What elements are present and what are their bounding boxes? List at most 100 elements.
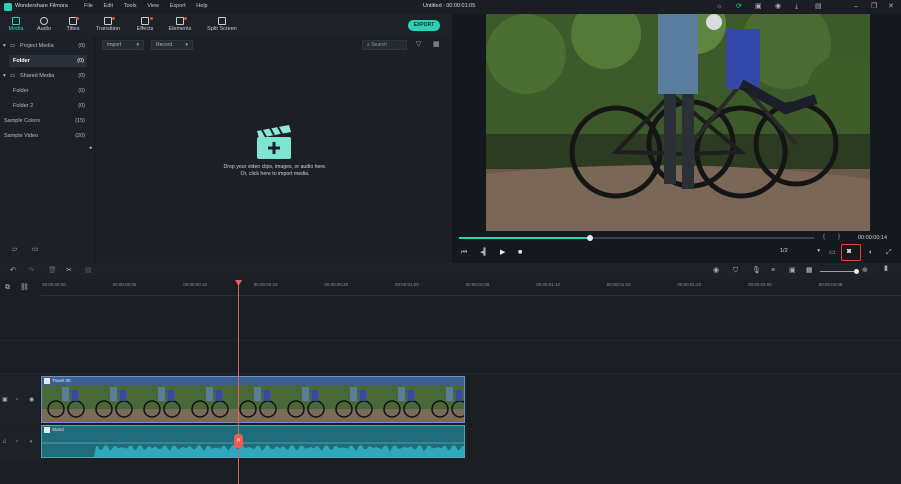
tab-effects[interactable]: Effects: [131, 14, 159, 36]
grid-view-icon[interactable]: ▦: [433, 41, 440, 49]
shield-icon[interactable]: ⛉: [733, 267, 738, 275]
ruler-label: 00:00:02:00: [748, 282, 772, 287]
gift-icon[interactable]: ▣: [755, 3, 762, 11]
playhead[interactable]: [235, 280, 242, 484]
menu-item-tools[interactable]: Tools: [124, 3, 137, 9]
library-tabs: Media Audio Titles Transition Effects El…: [0, 14, 452, 36]
tab-split-screen[interactable]: Split Screen: [203, 14, 241, 36]
drop-hint-line-2: Or, click here to import media.: [240, 171, 310, 177]
sidebar-item-folder[interactable]: Folder (0): [9, 55, 87, 67]
badge-dot: [150, 17, 153, 20]
subtitle-icon[interactable]: ▣: [789, 267, 796, 275]
video-frame-illustration: [486, 14, 870, 231]
scissors-icon[interactable]: ✂: [66, 267, 72, 275]
elements-icon: [176, 17, 184, 25]
ruler-label: 00:00:00:15: [253, 282, 278, 287]
lock-icon[interactable]: ▫: [16, 396, 18, 404]
frame-back-icon[interactable]: ◂▍: [480, 249, 489, 257]
ruler-label: 00:00:02:05: [818, 282, 843, 287]
close-icon[interactable]: ✕: [888, 3, 894, 11]
import-drop-zone[interactable]: Drop your video clips, images, or audio …: [200, 123, 350, 193]
zoom-slider-handle[interactable]: [854, 269, 859, 274]
menu-item-edit[interactable]: Edit: [104, 3, 113, 9]
folder-icon[interactable]: ▭: [32, 246, 39, 254]
playback-progress-track[interactable]: [459, 235, 814, 241]
filter-icon[interactable]: ▽: [416, 41, 421, 49]
tab-audio[interactable]: Audio: [32, 14, 56, 36]
ruler-label: 00:00:01:15: [606, 282, 631, 287]
monitor-icon[interactable]: ▭: [829, 249, 836, 257]
sidebar-item-shared-media[interactable]: ▾ ▭ Shared Media (0): [0, 70, 95, 82]
minimize-icon[interactable]: –: [854, 3, 858, 11]
sidebar-item-shared-folder[interactable]: Folder (0): [0, 85, 95, 97]
search-input[interactable]: ⌕ Search: [362, 40, 407, 50]
add-track-icon[interactable]: ⧉: [5, 284, 10, 292]
sidebar-item-sample-video[interactable]: Sample Video (20): [0, 130, 95, 142]
tab-titles[interactable]: Titles: [61, 14, 85, 36]
stop-icon[interactable]: ■: [518, 249, 522, 257]
sidebar-item-project-media[interactable]: ▾ ▭ Project Media (0): [0, 40, 95, 52]
effects-icon: [141, 17, 149, 25]
video-clip-thumbnails: [42, 385, 464, 422]
quality-dropdown[interactable]: 1/2 ▾: [780, 248, 820, 258]
voiceover-icon[interactable]: ≡: [771, 267, 775, 275]
menu-item-file[interactable]: File: [84, 3, 93, 9]
light-icon[interactable]: ☼: [716, 3, 722, 11]
video-clip-header: Travel 05: [42, 377, 464, 385]
volume-icon[interactable]: ◖: [868, 249, 872, 257]
collapse-arrow-icon[interactable]: ◂: [89, 145, 92, 151]
snapshot-button[interactable]: ◙: [841, 244, 861, 261]
panel-toggle-icon[interactable]: ▮: [884, 265, 888, 273]
audio-clip[interactable]: Stand: [41, 425, 465, 458]
undo-icon[interactable]: ↶: [10, 267, 16, 275]
record-dropdown[interactable]: Record ▾: [151, 40, 193, 50]
new-folder-icon[interactable]: ▱: [12, 246, 17, 254]
export-button[interactable]: EXPORT: [408, 20, 440, 31]
preview-timecode: 00:00:00:14: [858, 235, 888, 241]
download-icon[interactable]: ⤓: [795, 3, 798, 11]
microphone-icon[interactable]: 🎙: [752, 267, 761, 275]
chevron-down-icon: ▾: [185, 42, 188, 48]
mark-out-bracket[interactable]: }: [838, 234, 840, 240]
rewind-icon[interactable]: ⏮: [461, 249, 467, 257]
zoom-slider[interactable]: [820, 269, 859, 274]
folder-icon: ▭: [10, 73, 16, 79]
preview-video-frame[interactable]: [486, 14, 870, 231]
account-icon[interactable]: ◉: [775, 3, 781, 11]
tab-media[interactable]: Media: [4, 14, 28, 36]
eye-icon[interactable]: ◉: [29, 396, 34, 404]
redo-icon[interactable]: ↷: [28, 267, 34, 275]
mark-in-bracket[interactable]: {: [823, 234, 825, 240]
app-logo-icon: [4, 3, 12, 11]
music-note-icon: ♫: [2, 439, 7, 445]
maximize-icon[interactable]: ❐: [871, 3, 877, 11]
tab-transition[interactable]: Transition: [93, 14, 123, 36]
render-icon[interactable]: ◉: [713, 267, 719, 275]
menu-item-export[interactable]: Export: [170, 3, 186, 9]
media-icon: [12, 17, 20, 25]
notification-icon[interactable]: ▤: [815, 3, 822, 11]
video-clip[interactable]: Travel 05: [41, 376, 465, 423]
fullscreen-icon[interactable]: ⤢: [886, 249, 892, 257]
sync-icon[interactable]: ⟳: [736, 3, 742, 11]
empty-track-1: [0, 297, 901, 341]
delete-icon[interactable]: 🗑: [48, 267, 57, 275]
menu-item-help[interactable]: Help: [196, 3, 207, 9]
playback-progress-fill: [459, 237, 591, 239]
zoom-in-icon[interactable]: ⊕: [862, 267, 868, 275]
play-icon[interactable]: ▶: [500, 249, 505, 257]
badge-dot: [76, 17, 79, 20]
sidebar-item-sample-colors[interactable]: Sample Colors (15): [0, 115, 95, 127]
speaker-icon[interactable]: ◖: [29, 438, 33, 446]
menu-item-view[interactable]: View: [147, 3, 159, 9]
adjust-icon[interactable]: ▤: [85, 267, 92, 275]
sidebar-item-folder-2[interactable]: Folder 2 (0): [0, 100, 95, 112]
import-dropdown[interactable]: Import ▾: [102, 40, 144, 50]
tab-elements[interactable]: Elements: [164, 14, 196, 36]
badge-dot: [112, 17, 115, 20]
ruler-label: 00:00:01:10: [536, 282, 560, 287]
link-icon[interactable]: ⛓: [20, 284, 29, 292]
zoom-out-minus-circle-icon[interactable]: ⊖: [806, 267, 812, 275]
video-track-icon: ▣: [2, 397, 8, 403]
lock-icon[interactable]: ▫: [16, 438, 18, 446]
